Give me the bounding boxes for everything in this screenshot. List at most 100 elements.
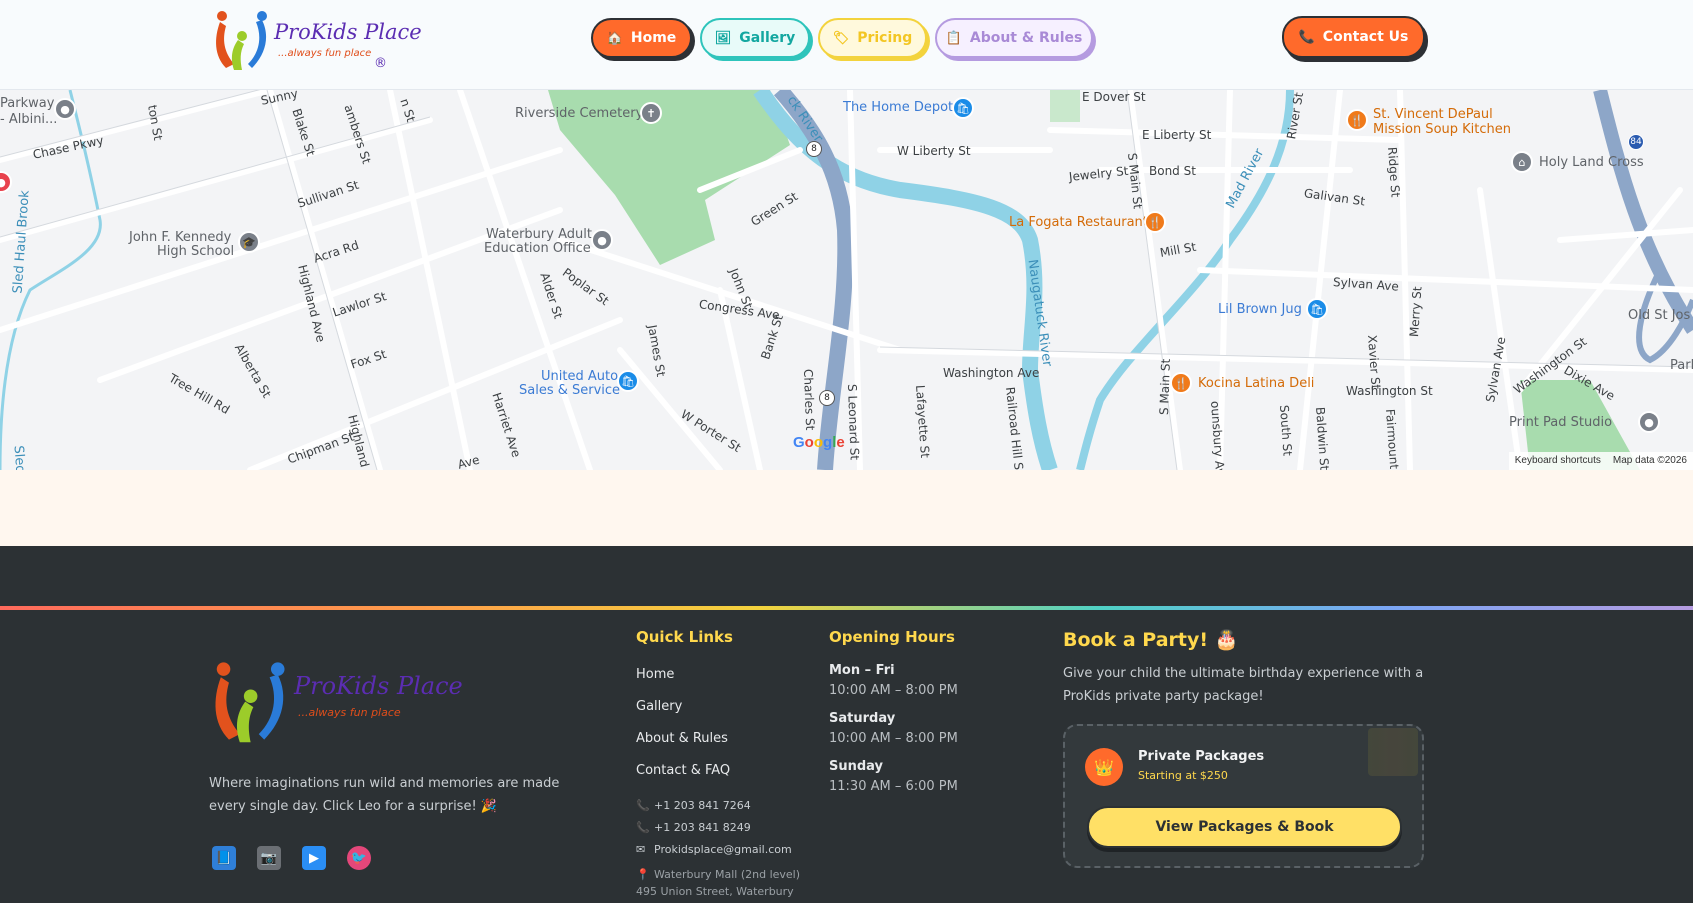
private-packages-card: 👑 Private Packages Starting at $250 View… (1063, 724, 1424, 868)
clipboard-icon: 📋 (945, 30, 962, 46)
route-shield-icon: 8 (806, 141, 822, 157)
restaurant-pin-icon[interactable]: 🍴 (1170, 372, 1192, 394)
hours-time: 10:00 AM – 8:00 PM (829, 683, 958, 698)
poi-jfk-1: John F. Kennedy (129, 230, 232, 245)
landmark-pin-icon[interactable]: ⌂ (1511, 151, 1533, 173)
footer-link-about[interactable]: About & Rules (636, 731, 728, 746)
restaurant-pin-icon[interactable]: 🍴 (1144, 211, 1166, 233)
book-party-description: Give your child the ultimate birthday ex… (1063, 666, 1424, 704)
envelope-icon: ✉ (636, 843, 646, 856)
contact-us-label: Contact Us (1322, 29, 1409, 45)
office-pin-icon[interactable]: ● (591, 229, 613, 251)
quick-links-title: Quick Links (636, 628, 733, 646)
email-line[interactable]: ✉ Prokidsplace@gmail.com (636, 843, 792, 856)
address-line-2: 495 Union Street, Waterbury (636, 885, 794, 898)
nav-about-button[interactable]: 📋 About & Rules (935, 18, 1093, 58)
poi-home-depot: The Home Depot (843, 100, 954, 115)
street-label: Washington St (1346, 384, 1433, 398)
school-pin-icon[interactable]: 🎓 (238, 231, 260, 253)
crown-icon: 👑 (1085, 748, 1123, 786)
phone-icon: 📞 (636, 799, 650, 812)
youtube-icon[interactable]: ▶ (302, 846, 326, 870)
nav-about-label: About & Rules (969, 30, 1083, 46)
site-logo[interactable]: ProKids Place ...always fun place ® (212, 8, 422, 74)
poi-parkway: Parkway (0, 96, 55, 111)
shopping-pin-icon[interactable]: 🛍 (952, 97, 974, 119)
poi-print-pad: Print Pad Studio (1509, 415, 1613, 430)
logo-tagline: ...always fun place (278, 48, 372, 59)
restaurant-pin-icon[interactable]: 🍴 (1346, 109, 1368, 131)
logo-figures-icon (215, 662, 285, 743)
interstate-shield-icon: 84 (1628, 134, 1644, 150)
hours-time: 11:30 AM – 6:00 PM (829, 779, 958, 794)
picture-icon: 🖼 (714, 30, 732, 46)
phone-line-1[interactable]: 📞 +1 203 841 7264 (636, 799, 751, 812)
street-label: Bond St (1149, 164, 1196, 178)
phone-line-2[interactable]: 📞 +1 203 841 8249 (636, 821, 751, 834)
footer-description: Where imaginations run wild and memories… (209, 776, 560, 814)
landmark-pin-icon[interactable]: ● (1638, 411, 1660, 433)
footer-link-gallery[interactable]: Gallery (636, 699, 682, 714)
package-decoration (1368, 728, 1418, 776)
hours-day: Sunday (829, 759, 884, 774)
hours-day: Mon – Fri (829, 663, 895, 678)
park-area (1050, 90, 1080, 122)
contact-us-button[interactable]: 📞 Contact Us (1282, 16, 1425, 58)
keyboard-shortcuts-link[interactable]: Keyboard shortcuts (1515, 455, 1601, 467)
street-label: W Liberty St (897, 144, 971, 158)
footer-link-contact[interactable]: Contact & FAQ (636, 763, 730, 778)
poi-st-vincent-1: St. Vincent DePaul (1373, 107, 1493, 122)
twitter-icon[interactable]: 🐦 (347, 846, 371, 870)
shopping-pin-icon[interactable]: 🛍 (1306, 298, 1328, 320)
poi-albini: - Albini... (0, 112, 58, 127)
mad-river (1076, 90, 1294, 470)
hours-time: 10:00 AM – 8:00 PM (829, 731, 958, 746)
phone-number-2: +1 203 841 8249 (654, 821, 751, 834)
rainbow-divider (0, 606, 1693, 610)
street-label: S Leonard St (845, 383, 862, 461)
footer-logo-name: ProKids Place (294, 672, 463, 700)
street-label: E Liberty St (1142, 128, 1212, 142)
street-label: Charles St (801, 368, 818, 431)
facebook-icon[interactable]: 📘 (212, 846, 236, 870)
poi-united-auto-1: United Auto (541, 369, 619, 384)
street-label: S Main St (1157, 358, 1173, 416)
street-label: Washington Ave (943, 366, 1040, 380)
nav-gallery-button[interactable]: 🖼 Gallery (700, 18, 810, 58)
address-2: 495 Union Street, Waterbury (636, 885, 794, 898)
nav-gallery-label: Gallery (739, 30, 796, 46)
instagram-icon[interactable]: 📷 (257, 846, 281, 870)
footer-link-home[interactable]: Home (636, 667, 674, 682)
shopping-pin-icon[interactable]: 🛍 (617, 370, 639, 392)
book-party-title: Book a Party! 🎂 (1063, 629, 1239, 651)
home-icon: 🏠 (606, 30, 623, 46)
nav-home-button[interactable]: 🏠 Home (591, 18, 692, 58)
logo-name: ProKids Place (274, 20, 422, 44)
google-logo: Google (793, 434, 845, 451)
footer-logo-tagline: ...always fun place (298, 706, 401, 719)
map-data-label: Map data ©2026 (1612, 455, 1687, 466)
package-name: Private Packages (1138, 749, 1265, 764)
map-pin-icon[interactable]: ● (54, 98, 76, 120)
section-spacer (0, 470, 1693, 546)
poi-waterbury-adult-2: Education Office (484, 241, 591, 256)
site-footer: ProKids Place ...always fun place Where … (0, 546, 1693, 903)
nav-pricing-button[interactable]: 🏷 Pricing (818, 18, 927, 58)
google-map[interactable]: Parkway - Albini... ● ● Riverside Cemete… (0, 90, 1693, 470)
social-links: 📘 📷 ▶ 🐦 (212, 846, 371, 870)
poi-la-fogata: La Fogata Restaurant (1009, 215, 1148, 230)
poi-kocina: Kocina Latina Deli (1198, 376, 1315, 391)
email-address: Prokidsplace@gmail.com (654, 843, 792, 856)
nav-home-label: Home (630, 30, 677, 46)
view-packages-button[interactable]: View Packages & Book (1087, 806, 1402, 848)
poi-st-vincent-2: Mission Soup Kitchen (1373, 122, 1511, 137)
cemetery-pin-icon[interactable]: ✝ (640, 102, 662, 124)
street-label: E Dover St (1082, 90, 1146, 104)
poi-jfk-2: High School (157, 244, 235, 259)
nav-pricing-label: Pricing (857, 30, 913, 46)
phone-number-1: +1 203 841 7264 (654, 799, 751, 812)
address-line-1: 📍 Waterbury Mall (2nd level) (636, 868, 800, 881)
hours-day: Saturday (829, 711, 896, 726)
footer-logo[interactable]: ProKids Place ...always fun place (210, 658, 463, 748)
map-attribution: Keyboard shortcuts Map data ©2026 (1508, 452, 1693, 470)
